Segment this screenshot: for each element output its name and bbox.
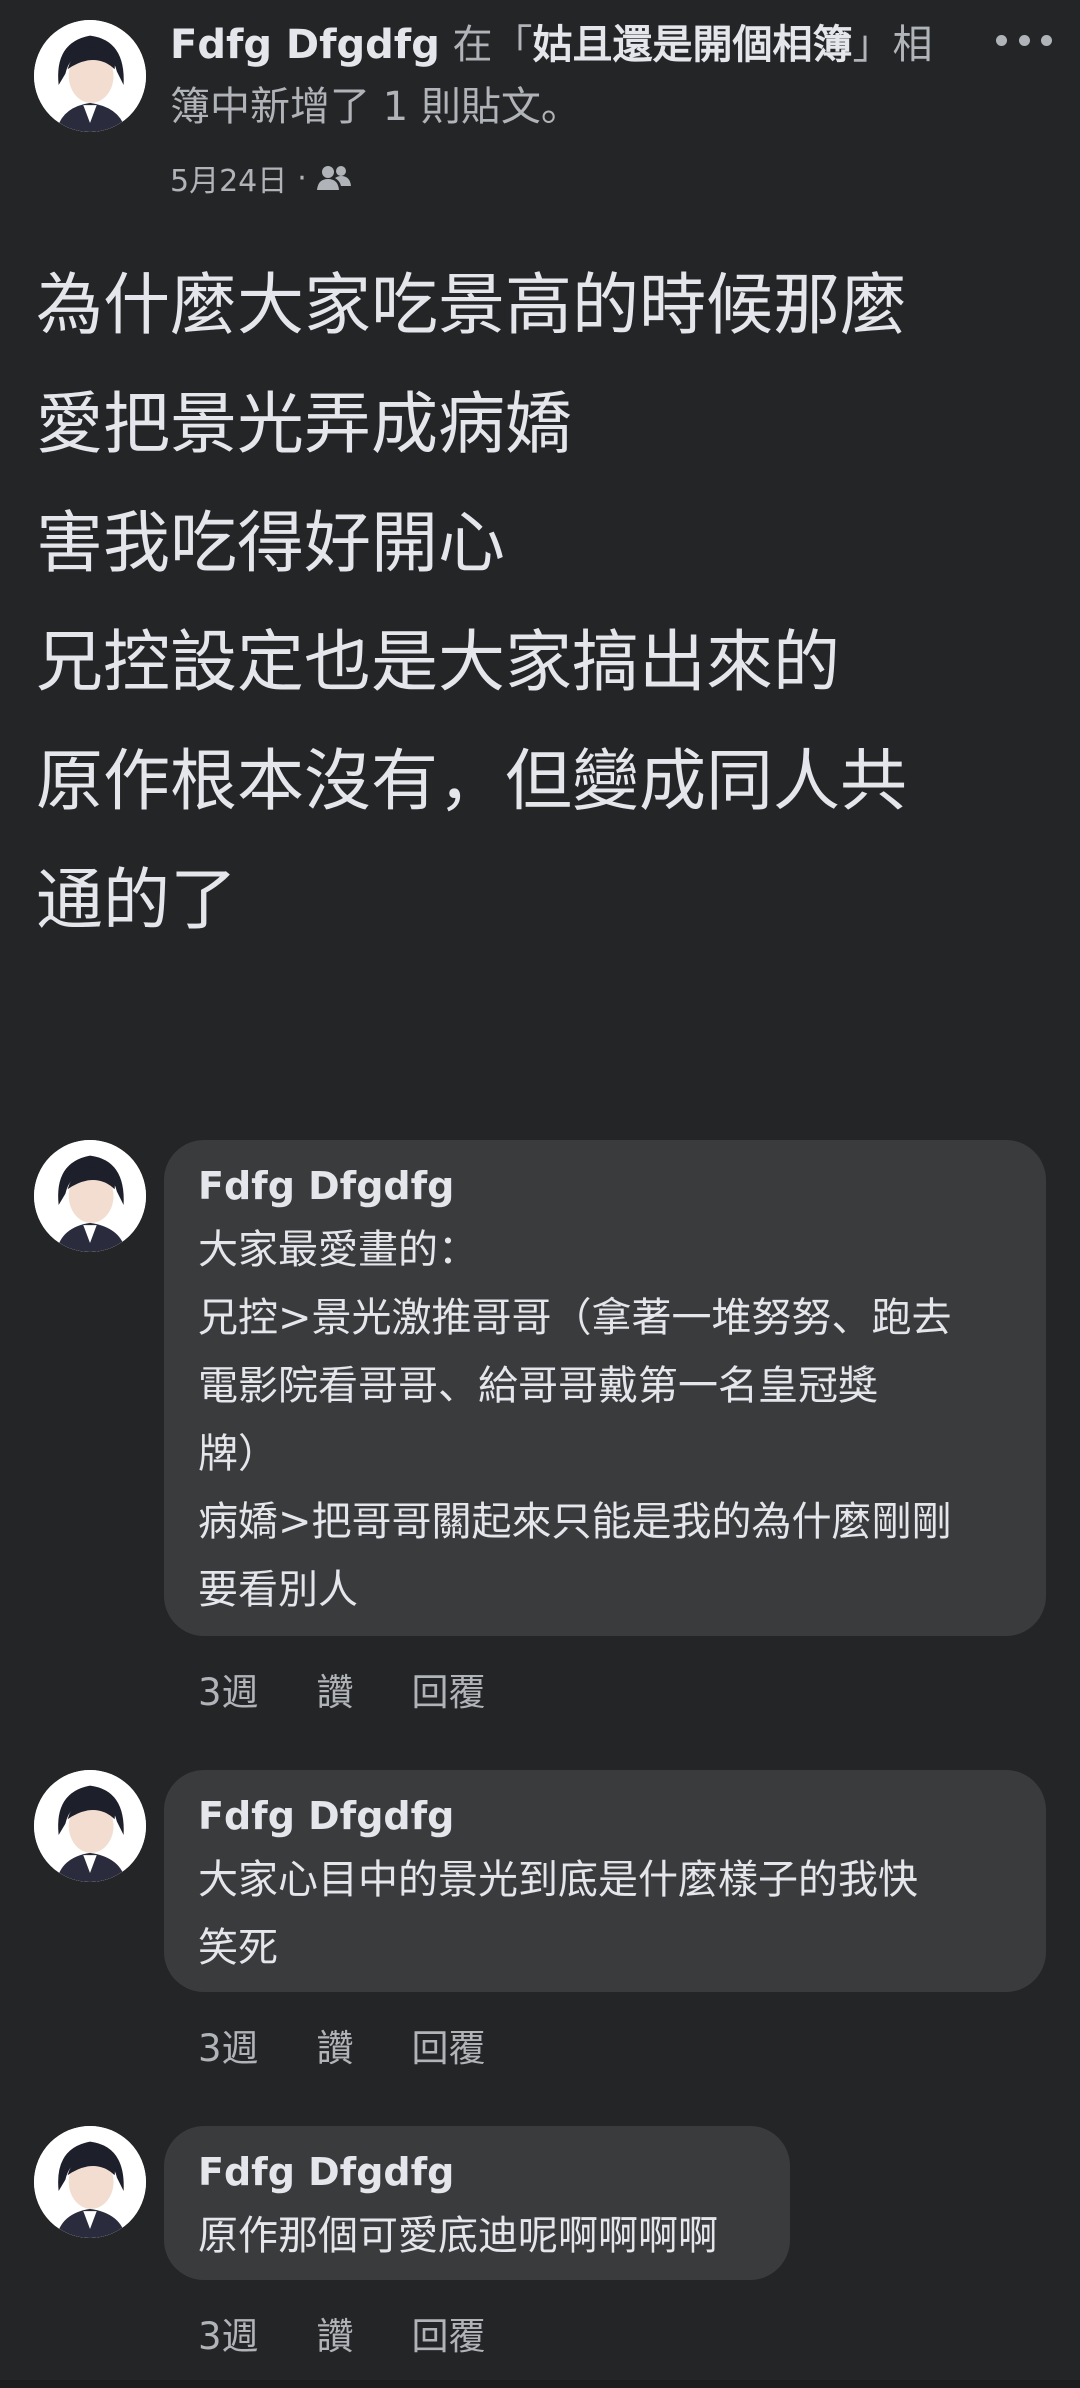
comment-text: 大家最愛畫的： 兄控>景光激推哥哥（拿著一堆努努、跑去 電影院看哥哥、給哥哥戴第… (198, 1216, 1012, 1624)
reply-button[interactable]: 回覆 (412, 2306, 486, 2360)
comment-text: 原作那個可愛底迪呢啊啊啊啊 (198, 2202, 756, 2270)
post-author-avatar[interactable] (34, 20, 146, 132)
comment-avatar[interactable] (34, 1140, 146, 1252)
comment-text-line: 要看別人 (198, 1567, 358, 1613)
more-options-button[interactable] (996, 26, 1052, 54)
album-link[interactable]: 姑且還是開個相簿 (533, 22, 853, 68)
post-body-line: 通的了 (36, 861, 237, 939)
comment-bubble[interactable]: Fdfg Dfgdfg 大家心目中的景光到底是什麼樣子的我快 笑死 (164, 1770, 1046, 1992)
post-body-line: 為什麼大家吃景高的時候那麼 (36, 266, 907, 344)
post-meta: 5月24日 · (170, 156, 351, 200)
comment-text-line: 電影院看哥哥、給哥哥戴第一名皇冠獎 (198, 1363, 878, 1409)
comment-text-line: 大家最愛畫的： (198, 1227, 478, 1273)
like-button[interactable]: 讚 (317, 2306, 354, 2360)
reply-button[interactable]: 回覆 (412, 2018, 486, 2072)
comment-actions: 3週 讚 回覆 (198, 1662, 486, 1716)
comment-author[interactable]: Fdfg Dfgdfg (198, 1156, 1012, 1216)
comment-time[interactable]: 3週 (198, 2306, 259, 2360)
comment-bubble[interactable]: Fdfg Dfgdfg 原作那個可愛底迪呢啊啊啊啊 (164, 2126, 790, 2280)
post-body: 為什麼大家吃景高的時候那麼 愛把景光弄成病嬌 害我吃得好開心 兄控設定也是大家搞… (36, 246, 1046, 960)
header-prefix: 在「 (439, 22, 533, 68)
friends-icon (316, 166, 351, 190)
bottom-edge (0, 2380, 1080, 2388)
comment-actions: 3週 讚 回覆 (198, 2018, 486, 2072)
comment-text: 大家心目中的景光到底是什麼樣子的我快 笑死 (198, 1846, 1012, 1982)
post-header: Fdfg Dfgdfg 在「姑且還是開個相簿」相 簿中新增了 1 則貼文。 (170, 14, 970, 138)
header-suffix: 」相 (852, 22, 933, 68)
comment-actions: 3週 讚 回覆 (198, 2306, 486, 2360)
more-dots-icon (996, 34, 1007, 46)
comment-bubble[interactable]: Fdfg Dfgdfg 大家最愛畫的： 兄控>景光激推哥哥（拿著一堆努努、跑去 … (164, 1140, 1046, 1636)
comment-text-line: 原作那個可愛底迪呢啊啊啊啊 (198, 2213, 718, 2259)
like-button[interactable]: 讚 (317, 2018, 354, 2072)
comment-text-line: 大家心目中的景光到底是什麼樣子的我快 (198, 1857, 918, 1903)
comment-author[interactable]: Fdfg Dfgdfg (198, 2142, 756, 2202)
post-body-line: 兄控設定也是大家搞出來的 (36, 623, 840, 701)
comment-avatar[interactable] (34, 1770, 146, 1882)
post-body-line: 愛把景光弄成病嬌 (36, 385, 572, 463)
comment-author[interactable]: Fdfg Dfgdfg (198, 1786, 1012, 1846)
header-line2: 簿中新增了 1 則貼文。 (170, 84, 581, 130)
comment-text-line: 牌） (198, 1431, 278, 1477)
meta-separator: · (297, 160, 307, 196)
post-body-line: 害我吃得好開心 (36, 504, 505, 582)
comment-avatar[interactable] (34, 2126, 146, 2238)
comment-text-line: 笑死 (198, 1925, 278, 1971)
like-button[interactable]: 讚 (317, 1662, 354, 1716)
comment-text-line: 病嬌>把哥哥關起來只能是我的為什麼剛剛 (198, 1499, 952, 1545)
post-body-line: 原作根本沒有，但變成同人共 (36, 742, 907, 820)
post-author-name[interactable]: Fdfg Dfgdfg (170, 22, 440, 68)
comment-time[interactable]: 3週 (198, 1662, 259, 1716)
reply-button[interactable]: 回覆 (412, 1662, 486, 1716)
post-date[interactable]: 5月24日 (170, 156, 287, 200)
comment-time[interactable]: 3週 (198, 2018, 259, 2072)
comment-text-line: 兄控>景光激推哥哥（拿著一堆努努、跑去 (198, 1295, 952, 1341)
